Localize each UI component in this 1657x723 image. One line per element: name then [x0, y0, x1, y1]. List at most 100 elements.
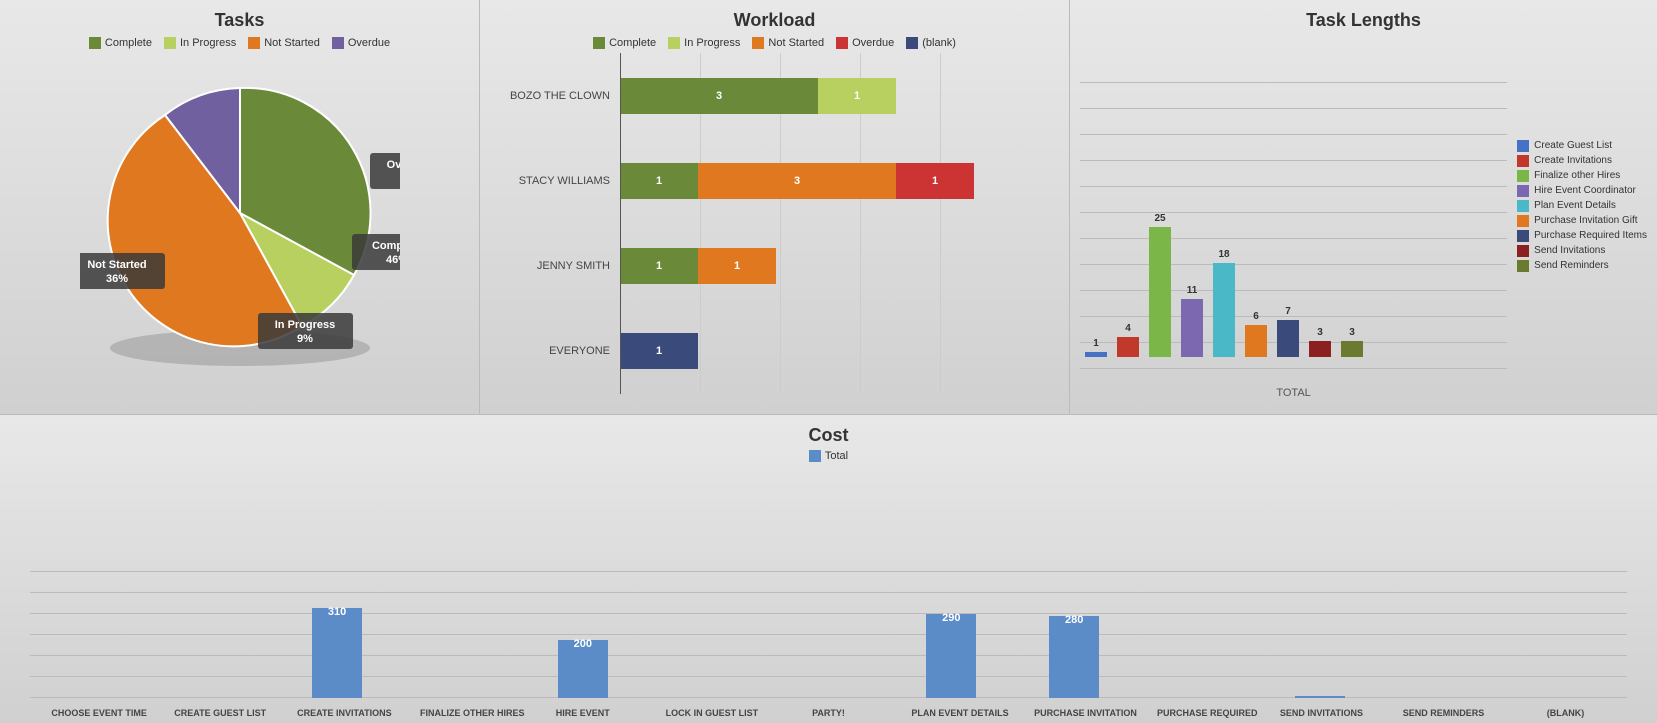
cost-gridline-6: [30, 571, 1627, 572]
cost-bar-value-plan-event: 290: [926, 612, 976, 624]
tl-bar-hire-coordinator-fill: 11: [1181, 299, 1203, 357]
legend-overdue: Overdue: [332, 37, 390, 49]
tl-legend-finalize-hires-label: Finalize other Hires: [1534, 170, 1620, 181]
legend-complete-label: Complete: [105, 37, 152, 49]
tasks-panel: Tasks Complete In Progress Not Started O…: [0, 0, 480, 414]
tl-legend-purchase-required-box: [1517, 230, 1529, 242]
tl-x-axis-label: TOTAL: [1080, 387, 1507, 404]
workload-gridline-4: [940, 53, 941, 394]
cost-legend-total-box: [809, 450, 821, 462]
cost-gridline-2: [30, 655, 1627, 656]
workload-row-everyone: EVERYONE 1: [490, 329, 1059, 373]
svg-text:9%: 9%: [297, 333, 313, 345]
task-lengths-legend: Create Guest List Create Invitations Fin…: [1517, 140, 1647, 272]
cost-bar-plan-event: 290: [926, 614, 976, 698]
tasks-pie-chart: Overdue 9% Complete 46% Not Started 36% …: [80, 58, 400, 368]
wl-legend-notstarted-label: Not Started: [768, 37, 824, 49]
cost-xlabel-plan-event: PLAN EVENT DETAILS: [911, 708, 991, 718]
tl-legend-purchase-required-label: Purchase Required Items: [1534, 230, 1647, 241]
cost-bar-create-invitations: 310: [312, 608, 362, 698]
tl-legend-purchase-invitation-box: [1517, 215, 1529, 227]
tl-bar-plan-event-fill: 18: [1213, 263, 1235, 357]
cost-bar-col-send-invitations: SEND INVITATIONS: [1258, 696, 1381, 698]
task-lengths-bars-inner: 1 4 25: [1080, 37, 1507, 387]
cost-xlabel-create-invitations: CREATE INVITATIONS: [297, 708, 377, 718]
tl-bar-purchase-invitation-fill: 6: [1245, 325, 1267, 357]
svg-text:In Progress: In Progress: [274, 319, 335, 331]
tl-bar-hire-coordinator: 11: [1181, 299, 1203, 357]
task-lengths-panel: Task Lengths: [1070, 0, 1657, 414]
cost-xlabel-finalize-hires: FINALIZE OTHER HIRES: [420, 708, 500, 718]
bozo-complete-bar: 3: [620, 78, 818, 114]
cost-xlabel-party: PARTY!: [788, 708, 868, 718]
tl-legend-send-reminders-label: Send Reminders: [1534, 260, 1608, 271]
wl-legend-notstarted-box: [752, 37, 764, 49]
legend-notstarted-box: [248, 37, 260, 49]
tl-legend-purchase-required: Purchase Required Items: [1517, 230, 1647, 242]
tl-bar-guest-list: 1: [1085, 352, 1107, 357]
wl-legend-inprogress: In Progress: [668, 37, 740, 49]
tl-legend-plan-event: Plan Event Details: [1517, 200, 1647, 212]
tl-bar-finalize-hires-value: 25: [1149, 213, 1171, 224]
tl-bar-plan-event-value: 18: [1213, 249, 1235, 260]
cost-gridline-1: [30, 676, 1627, 677]
tl-legend-send-invitations-label: Send Invitations: [1534, 245, 1605, 256]
wl-legend-overdue-box: [836, 37, 848, 49]
tasks-legend: Complete In Progress Not Started Overdue: [89, 37, 390, 49]
stacy-complete-bar: 1: [620, 163, 698, 199]
cost-xlabel-send-reminders: SEND REMINDERS: [1403, 708, 1483, 718]
jenny-complete-bar: 1: [620, 248, 698, 284]
tl-legend-purchase-invitation: Purchase Invitation Gift: [1517, 215, 1647, 227]
workload-bars-everyone: 1: [620, 333, 698, 369]
legend-overdue-box: [332, 37, 344, 49]
tl-legend-create-invitations-label: Create Invitations: [1534, 155, 1612, 166]
tl-bar-send-invitations-fill: 3: [1309, 341, 1331, 357]
tl-bar-purchase-required: 7: [1277, 320, 1299, 357]
tl-bar-send-invitations-value: 3: [1309, 327, 1331, 338]
cost-gridline-0: [30, 697, 1627, 698]
cost-bar-col-plan-event: 290 PLAN EVENT DETAILS: [890, 614, 1013, 698]
jenny-notstarted-bar: 1: [698, 248, 776, 284]
tl-bar-invitations: 4: [1117, 337, 1139, 357]
cost-bar-hire-event: 200: [558, 640, 608, 698]
task-lengths-chart-container: 1 4 25: [1070, 37, 1657, 414]
cost-xlabel-purchase-invitation: PURCHASE INVITATION: [1034, 708, 1114, 718]
workload-bars-stacy: 1 3 1: [620, 163, 974, 199]
wl-legend-overdue: Overdue: [836, 37, 894, 49]
tl-bar-guest-list-fill: 1: [1085, 352, 1107, 357]
wl-legend-complete-box: [593, 37, 605, 49]
legend-notstarted: Not Started: [248, 37, 320, 49]
workload-legend: Complete In Progress Not Started Overdue…: [593, 37, 956, 49]
workload-row-stacy: STACY WILLIAMS 1 3 1: [490, 159, 1059, 203]
cost-xlabel-purchase-required: PURCHASE REQUIRED: [1157, 708, 1237, 718]
tasks-title: Tasks: [215, 10, 265, 31]
cost-legend-total: Total: [809, 450, 848, 462]
dashboard: Tasks Complete In Progress Not Started O…: [0, 0, 1657, 723]
tl-bar-purchase-invitation: 6: [1245, 325, 1267, 357]
wl-legend-complete-label: Complete: [609, 37, 656, 49]
tl-bar-invitations-fill: 4: [1117, 337, 1139, 357]
stacy-notstarted-bar: 3: [698, 163, 896, 199]
tl-legend-hire-coordinator: Hire Event Coordinator: [1517, 185, 1647, 197]
tl-legend-hire-coordinator-box: [1517, 185, 1529, 197]
workload-axis: [620, 53, 621, 394]
wl-legend-blank-box: [906, 37, 918, 49]
workload-row-jenny: JENNY SMITH 1 1: [490, 244, 1059, 288]
tl-legend-purchase-invitation-label: Purchase Invitation Gift: [1534, 215, 1637, 226]
tl-legend-create-guest-list-box: [1517, 140, 1529, 152]
wl-legend-inprogress-label: In Progress: [684, 37, 740, 49]
top-row: Tasks Complete In Progress Not Started O…: [0, 0, 1657, 415]
tl-legend-send-invitations-box: [1517, 245, 1529, 257]
task-lengths-bars-area: 1 4 25: [1080, 37, 1507, 404]
everyone-blank-bar: 1: [620, 333, 698, 369]
cost-bar-col-create-invitations: 310 CREATE INVITATIONS: [276, 608, 399, 698]
cost-gridline-5: [30, 592, 1627, 593]
tl-legend-plan-event-box: [1517, 200, 1529, 212]
cost-bar-col-purchase-invitation: 280 PURCHASE INVITATION: [1013, 616, 1136, 698]
cost-bars-container: CHOOSE EVENT TIME CREATE GUEST LIST 310 …: [30, 468, 1627, 723]
wl-legend-blank: (blank): [906, 37, 956, 49]
tl-bar-purchase-required-value: 7: [1277, 306, 1299, 317]
tl-bar-invitations-value: 4: [1117, 323, 1139, 334]
cost-title: Cost: [30, 425, 1627, 446]
bozo-inprogress-bar: 1: [818, 78, 896, 114]
